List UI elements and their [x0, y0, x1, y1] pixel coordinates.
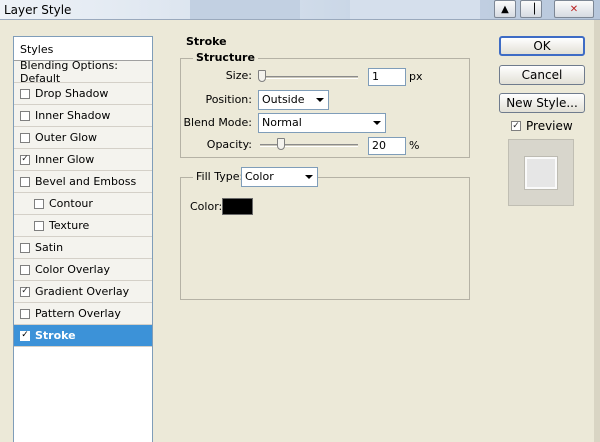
check-icon: ✓: [21, 330, 29, 340]
style-list-label: Bevel and Emboss: [35, 175, 137, 188]
size-slider-track[interactable]: [260, 76, 358, 79]
color-label: Color:: [190, 200, 223, 213]
fill-type-label: Fill Type:: [193, 170, 247, 183]
style-checkbox[interactable]: [20, 132, 30, 143]
styles-list-header[interactable]: Styles: [14, 37, 152, 61]
size-input[interactable]: 1: [368, 68, 406, 86]
style-preview: [508, 139, 574, 206]
size-slider-thumb[interactable]: [258, 70, 266, 82]
style-list-label: Stroke: [35, 329, 76, 342]
close-icon[interactable]: ✕: [554, 0, 594, 18]
fill-group: [180, 177, 470, 300]
preview-checkbox[interactable]: ✓: [511, 121, 521, 131]
style-checkbox[interactable]: ✓: [20, 286, 30, 297]
position-select[interactable]: Outside: [258, 90, 329, 110]
style-list-item[interactable]: Bevel and Emboss: [14, 171, 152, 193]
check-icon: ✓: [21, 286, 29, 296]
scroll-thumb-icon[interactable]: ▕: [520, 0, 542, 18]
style-list-item[interactable]: Drop Shadow: [14, 83, 152, 105]
style-list-item[interactable]: Blending Options: Default: [14, 58, 152, 85]
style-list-item[interactable]: ✓ Gradient Overlay: [14, 281, 152, 303]
position-value: Outside: [262, 93, 305, 106]
title-bar-background: [350, 0, 480, 19]
style-checkbox[interactable]: [20, 242, 30, 253]
opacity-input[interactable]: 20: [368, 137, 406, 155]
style-list-label: Texture: [49, 219, 90, 232]
new-style-button[interactable]: New Style...: [499, 93, 585, 113]
structure-title: Structure: [193, 51, 258, 64]
style-checkbox[interactable]: [34, 220, 44, 231]
style-list-item[interactable]: Contour: [14, 193, 152, 215]
style-checkbox[interactable]: [20, 110, 30, 121]
style-list-item[interactable]: Inner Shadow: [14, 105, 152, 127]
size-label: Size:: [225, 69, 252, 82]
opacity-label: Opacity:: [206, 138, 252, 151]
style-list-label: Drop Shadow: [35, 87, 109, 100]
cancel-button[interactable]: Cancel: [499, 65, 585, 85]
style-checkbox[interactable]: [34, 198, 44, 209]
style-checkbox[interactable]: [20, 308, 30, 319]
stroke-section-title: Stroke: [186, 35, 227, 48]
check-icon: ✓: [21, 154, 29, 164]
style-checkbox[interactable]: ✓: [20, 330, 30, 341]
style-list-label: Color Overlay: [35, 263, 110, 276]
position-label: Position:: [205, 93, 252, 106]
opacity-slider-track[interactable]: [260, 144, 358, 147]
style-list-item[interactable]: Outer Glow: [14, 127, 152, 149]
styles-list: Styles Blending Options: Default Drop Sha…: [13, 36, 153, 442]
style-list-item[interactable]: Texture: [14, 215, 152, 237]
style-checkbox[interactable]: ✓: [20, 154, 30, 165]
chevron-down-icon: [305, 175, 313, 179]
title-bar-background: [190, 0, 300, 19]
style-list-item[interactable]: ✓ Inner Glow: [14, 149, 152, 171]
blend-mode-label: Blend Mode:: [183, 116, 253, 129]
color-swatch[interactable]: [222, 198, 253, 215]
style-list-label: Gradient Overlay: [35, 285, 130, 298]
style-list-label: Inner Glow: [35, 153, 95, 166]
blend-mode-select[interactable]: Normal: [258, 113, 386, 133]
scroll-up-icon[interactable]: ▲: [494, 0, 516, 18]
preview-label: Preview: [526, 119, 573, 133]
chevron-down-icon: [316, 98, 324, 102]
opacity-slider-thumb[interactable]: [277, 138, 286, 150]
style-list-label: Satin: [35, 241, 64, 254]
style-list-label: Outer Glow: [35, 131, 98, 144]
style-list-label: Contour: [49, 197, 93, 210]
style-checkbox[interactable]: [20, 176, 30, 187]
blend-mode-value: Normal: [262, 116, 302, 129]
style-list-item[interactable]: Pattern Overlay: [14, 303, 152, 325]
style-list-item[interactable]: Color Overlay: [14, 259, 152, 281]
style-checkbox[interactable]: [20, 264, 30, 275]
style-checkbox[interactable]: [20, 88, 30, 99]
style-list-label: Blending Options: Default: [20, 58, 118, 85]
window-title: Layer Style: [4, 3, 72, 17]
style-list-item[interactable]: ✓ Stroke: [14, 325, 152, 347]
style-list-label: Inner Shadow: [35, 109, 111, 122]
fill-type-select[interactable]: Color: [241, 167, 318, 187]
ok-button[interactable]: OK: [499, 36, 585, 56]
style-list-item[interactable]: Satin: [14, 237, 152, 259]
fill-type-value: Color: [245, 170, 274, 183]
opacity-unit: %: [409, 139, 420, 152]
layer-style-dialog: Styles Blending Options: Default Drop Sha…: [0, 20, 600, 442]
style-list-label: Pattern Overlay: [35, 307, 121, 320]
title-bar: Layer Style ▲ ▕ ✕: [0, 0, 600, 20]
style-preview-swatch: [525, 156, 557, 189]
chevron-down-icon: [373, 121, 381, 125]
size-unit: px: [409, 70, 423, 83]
preview-toggle[interactable]: ✓ Preview: [511, 119, 573, 133]
